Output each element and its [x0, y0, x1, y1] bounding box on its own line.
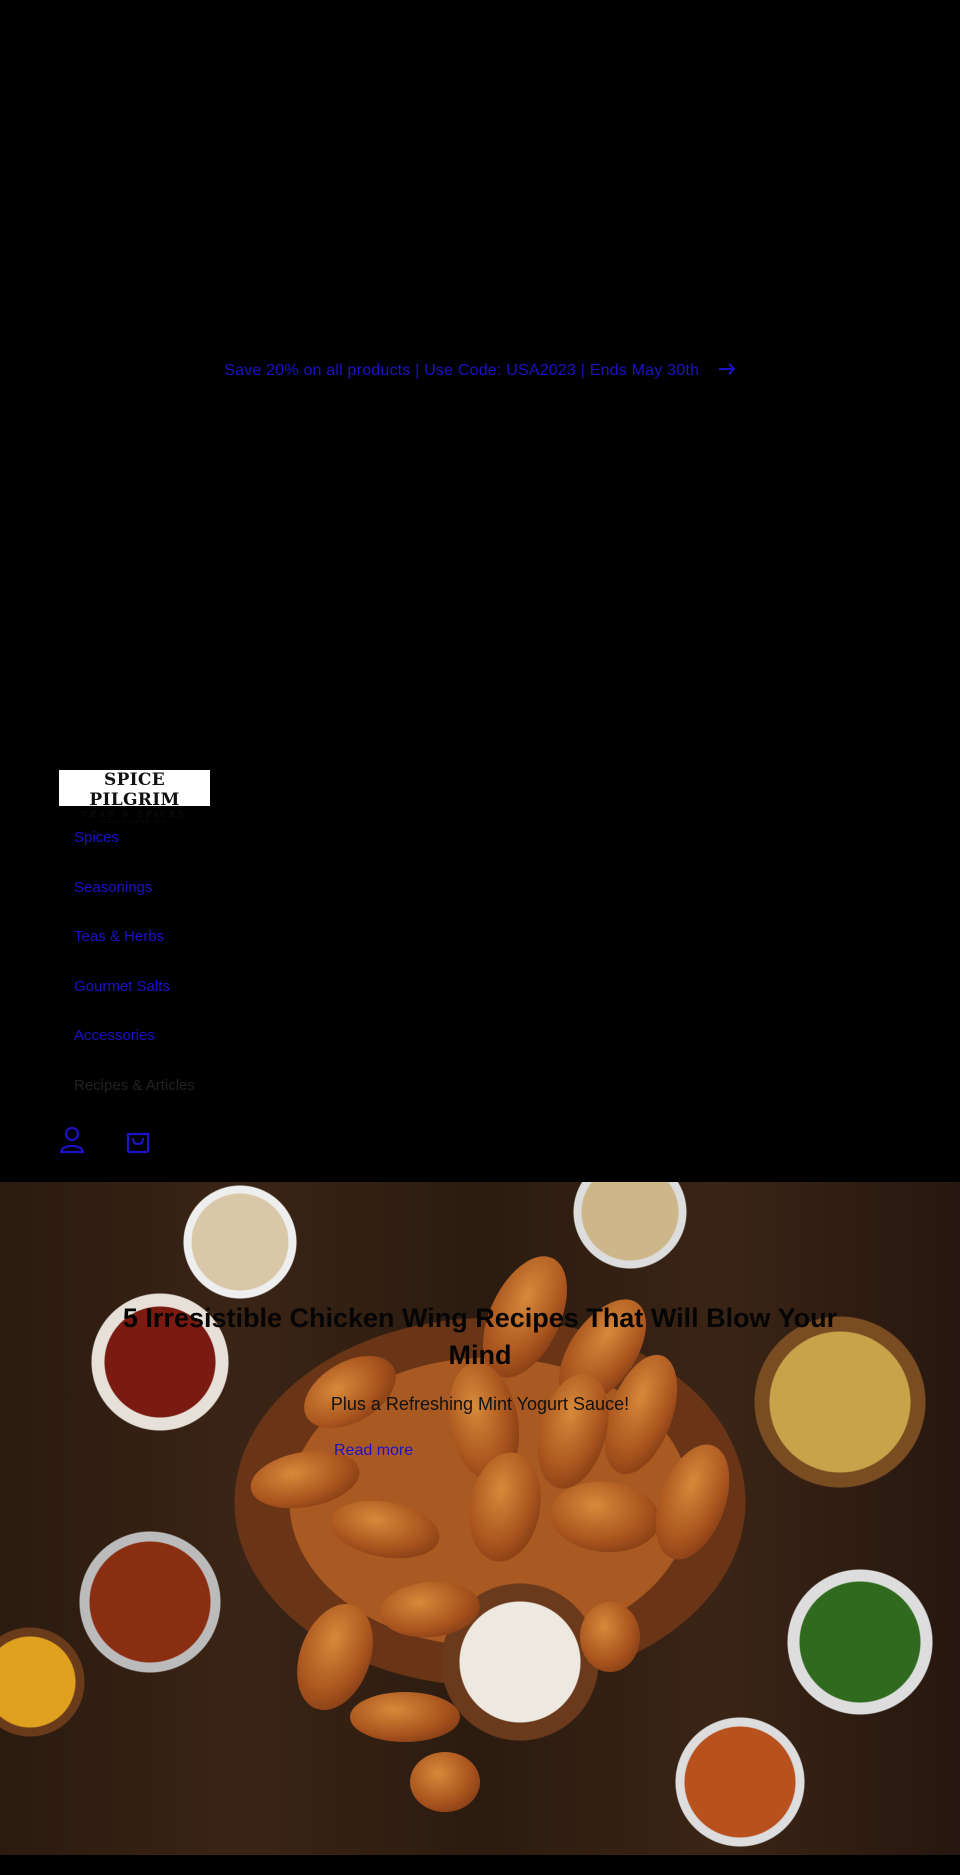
header-icons — [59, 1126, 151, 1154]
nav-item-teas-herbs[interactable]: Teas & Herbs — [74, 927, 195, 977]
announcement-text: Save 20% on all products | Use Code: USA… — [224, 362, 700, 380]
site-logo[interactable]: SPICE PILGRIM TEAS & SPICES CLACKAMAS, O… — [59, 770, 210, 825]
logo-location: CLACKAMAS, OR — [102, 819, 167, 825]
read-more-link[interactable]: Read more — [334, 1442, 413, 1460]
nav-item-seasonings[interactable]: Seasonings — [74, 878, 195, 928]
nav-item-gourmet-salts[interactable]: Gourmet Salts — [74, 977, 195, 1027]
hero-subtitle: Plus a Refreshing Mint Yogurt Sauce! — [330, 1394, 630, 1414]
main-nav: Spices Seasonings Teas & Herbs Gourmet S… — [74, 828, 195, 1125]
cart-icon[interactable] — [125, 1126, 151, 1154]
hero-banner-image — [0, 1182, 960, 1855]
logo-tagline: TEAS & SPICES — [81, 810, 188, 819]
account-icon[interactable] — [59, 1126, 85, 1154]
arrow-right-icon — [718, 362, 736, 380]
nav-item-accessories[interactable]: Accessories — [74, 1026, 195, 1076]
nav-item-recipes-articles[interactable]: Recipes & Articles — [74, 1076, 195, 1126]
nav-item-spices[interactable]: Spices — [74, 828, 195, 878]
announcement-link[interactable]: Save 20% on all products | Use Code: USA… — [0, 362, 960, 380]
hero-title: 5 Irresistible Chicken Wing Recipes That… — [122, 1303, 838, 1370]
hero-content: 5 Irresistible Chicken Wing Recipes That… — [0, 1300, 960, 1459]
announcement-bar: Save 20% on all products | Use Code: USA… — [0, 0, 960, 740]
logo-brand: SPICE PILGRIM — [89, 770, 180, 810]
page-bottom — [0, 1855, 960, 1875]
